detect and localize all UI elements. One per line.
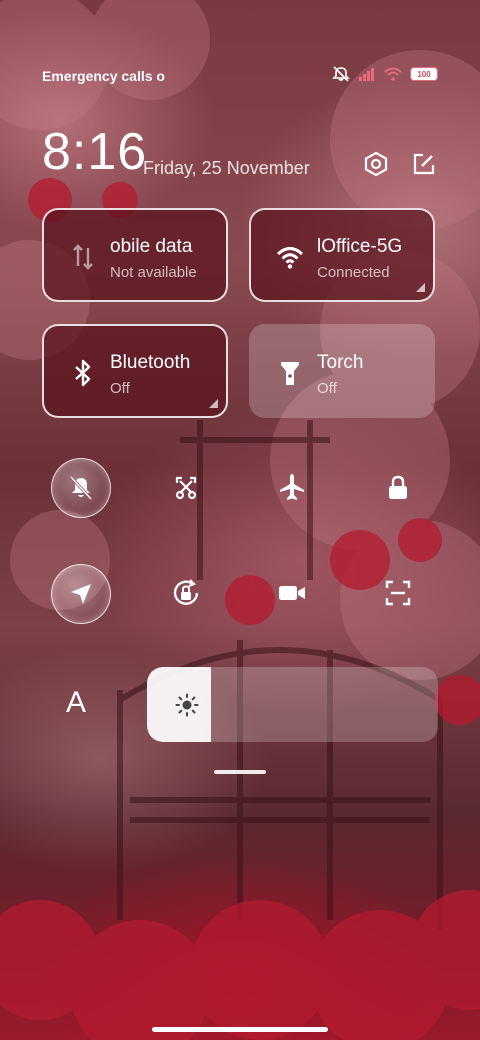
font-size-button[interactable]: A: [66, 686, 86, 720]
toggle-scanner[interactable]: [369, 564, 427, 622]
toggle-location[interactable]: [51, 564, 111, 624]
date: Friday, 25 November: [143, 158, 310, 178]
toggle-silent[interactable]: [51, 458, 111, 518]
toggle-screen-record[interactable]: [263, 564, 321, 622]
video-camera-icon: [279, 586, 305, 600]
airplane-icon: [280, 474, 304, 500]
status-icons: 100: [332, 66, 438, 82]
brightness-slider[interactable]: [147, 667, 438, 742]
home-indicator[interactable]: [152, 1027, 328, 1032]
rotation-lock-icon: [173, 579, 199, 605]
settings-icon[interactable]: [362, 150, 390, 178]
edit-icon[interactable]: [410, 150, 438, 178]
clock: 8:16: [42, 123, 148, 181]
mute-icon: [332, 66, 350, 82]
tile-status: Off: [110, 380, 130, 397]
data-arrows-icon: [73, 244, 93, 270]
wifi-icon: [384, 67, 402, 81]
toggle-rotation-lock[interactable]: [157, 564, 215, 622]
lock-icon: [389, 475, 407, 499]
wifi-icon: [276, 247, 304, 269]
tile-bluetooth[interactable]: Bluetooth Off: [42, 324, 228, 418]
tile-status: Connected: [317, 264, 390, 281]
toggle-lock[interactable]: [369, 458, 427, 516]
tile-torch[interactable]: Torch Off: [249, 324, 435, 418]
expand-corner-icon: [416, 283, 425, 292]
torch-icon: [281, 362, 299, 385]
brightness-icon: [175, 693, 199, 717]
bluetooth-icon: [75, 359, 91, 387]
tile-label: lOffice-5G: [317, 236, 403, 257]
tile-wifi[interactable]: lOffice-5G Connected: [249, 208, 435, 302]
tile-mobile-data[interactable]: obile data Not available: [42, 208, 228, 302]
battery-icon: 100: [410, 67, 438, 81]
tile-status: Not available: [110, 264, 197, 281]
tile-label: Bluetooth: [110, 352, 191, 373]
toggle-airplane[interactable]: [263, 458, 321, 516]
status-bar: Emergency calls o 100: [42, 62, 438, 90]
tile-label: Torch: [317, 352, 364, 373]
expand-corner-icon: [209, 399, 218, 408]
tile-status: Off: [317, 380, 337, 397]
scan-icon: [385, 580, 411, 606]
location-arrow-icon: [71, 584, 91, 604]
carrier-text: Emergency calls o: [42, 68, 165, 84]
tile-label: obile data: [110, 236, 193, 257]
bell-off-icon: [69, 475, 93, 501]
scissors-icon: [175, 476, 197, 500]
panel-drag-handle[interactable]: [214, 770, 266, 774]
signal-icon: [359, 68, 374, 81]
toggle-screenshot[interactable]: [157, 458, 215, 516]
battery-level: 100: [417, 69, 431, 79]
